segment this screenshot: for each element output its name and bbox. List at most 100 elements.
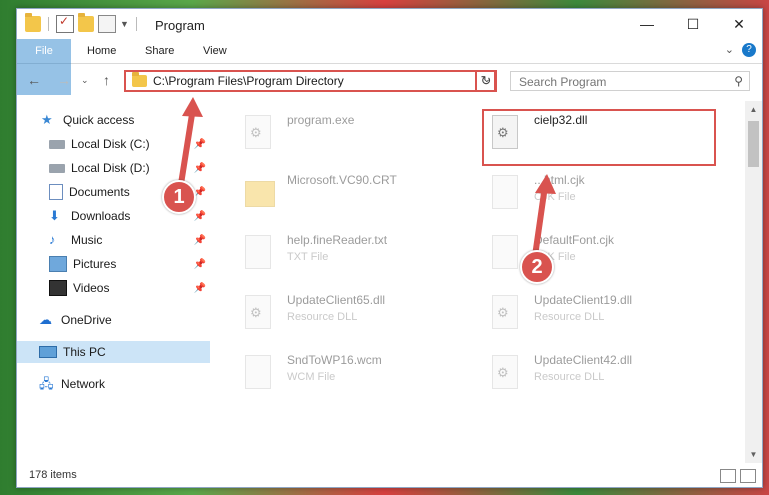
refresh-button[interactable]: ↻ [475,70,497,92]
scroll-thumb[interactable] [748,121,759,167]
search-box[interactable]: ⚲ [510,71,750,91]
properties-icon[interactable] [56,14,74,33]
sidebar-item-videos[interactable]: Videos 📌 [17,277,210,299]
file-name: program.exe [287,113,355,127]
window-controls: — ☐ ✕ [624,9,762,39]
quick-access-toolbar: ▼ [25,13,140,33]
large-icons-view-icon[interactable] [740,469,756,483]
folder-icon [245,181,275,207]
up-button[interactable]: ↑ [103,72,110,88]
recent-locations-icon[interactable]: ⌄ [81,75,89,86]
file-name: Microsoft.VC90.CRT [287,173,397,187]
file-name: UpdateClient42.dll [534,353,633,367]
back-button[interactable]: ← [27,72,41,88]
sidebar-item-local-disk-d[interactable]: Local Disk (D:) 📌 [17,157,210,179]
sidebar-item-network[interactable]: 🖧 Network [17,373,210,395]
tab-share[interactable]: Share [145,39,174,63]
file-type: Resource DLL [534,371,605,383]
callout-marker-2: 2 [520,250,554,284]
file-explorer-window: ▼ Program — ☐ ✕ File Home Share View ⌄ ?… [16,8,763,488]
navigation-bar: ← → ⌄ ↑ C:\Program Files\Program Directo… [17,64,762,96]
file-item[interactable]: ...html.cjk CJK File [482,169,722,225]
scroll-up-icon[interactable]: ▲ [745,101,762,118]
file-icon [492,235,518,269]
status-bar: 178 items [17,465,762,487]
file-item[interactable]: UpdateClient42.dll Resource DLL [482,349,722,405]
folder-icon [132,72,147,87]
file-item[interactable]: DefaultFont.cjk CJK File [482,229,722,285]
file-item[interactable]: UpdateClient65.dll Resource DLL [235,289,475,345]
pc-icon [39,346,57,358]
scroll-down-icon[interactable]: ▼ [745,446,762,463]
file-name: UpdateClient65.dll [287,293,386,307]
address-path: C:\Program Files\Program Directory [153,74,344,88]
forward-button[interactable]: → [57,72,71,88]
file-icon [492,175,518,209]
file-name: DefaultFont.cjk [534,233,615,247]
dll-icon [492,295,518,329]
details-view-icon[interactable] [720,469,736,483]
sidebar-item-quick-access[interactable]: ★ Quick access [17,109,210,131]
music-icon: ♪ [49,232,56,247]
pin-icon[interactable]: 📌 [194,283,206,294]
search-icon[interactable]: ⚲ [734,74,743,88]
tab-view[interactable]: View [203,39,227,63]
minimize-button[interactable]: — [624,9,670,39]
exe-icon [245,115,271,149]
pin-icon[interactable]: 📌 [194,139,206,150]
navigation-pane: ★ Quick access Local Disk (C:) 📌 Local D… [17,101,210,463]
download-icon: ⬇ [49,208,60,223]
close-button[interactable]: ✕ [716,9,762,39]
file-item[interactable]: help.fineReader.txt TXT File [235,229,475,285]
sidebar-item-label: Videos [73,281,110,295]
file-item[interactable]: Microsoft.VC90.CRT [235,169,475,225]
vertical-scrollbar[interactable]: ▲ ▼ [745,101,762,463]
new-folder-icon[interactable] [78,13,94,32]
star-icon: ★ [41,112,53,127]
sidebar-item-onedrive[interactable]: ☁ OneDrive [17,309,210,331]
file-name: ...html.cjk [534,173,585,187]
file-item[interactable]: UpdateClient19.dll Resource DLL [482,289,722,345]
folder-icon[interactable] [25,13,41,32]
file-icon [245,355,271,389]
sidebar-item-pictures[interactable]: Pictures 📌 [17,253,210,275]
drive-icon [49,163,65,173]
file-item[interactable]: SndToWP16.wcm WCM File [235,349,475,405]
address-bar[interactable]: C:\Program Files\Program Directory ⌄ [124,70,496,92]
maximize-button[interactable]: ☐ [670,9,716,39]
search-input[interactable] [517,74,721,90]
pin-icon[interactable]: 📌 [194,211,206,222]
sidebar-item-label: Music [71,233,103,247]
file-item[interactable]: program.exe [235,109,475,165]
help-icon[interactable]: ? [742,43,756,57]
pin-icon[interactable]: 📌 [194,235,206,246]
sidebar-item-label: OneDrive [61,313,112,327]
pin-icon[interactable]: 📌 [194,259,206,270]
dll-icon [245,295,271,329]
sidebar-item-label: Pictures [73,257,117,271]
file-type: Resource DLL [287,311,358,323]
drive-icon [49,139,65,149]
file-name: SndToWP16.wcm [287,353,382,367]
sidebar-item-music[interactable]: ♪ Music 📌 [17,229,210,251]
tab-home[interactable]: Home [87,39,116,63]
chevron-down-icon[interactable]: ▼ [120,19,129,29]
highlight-box [482,109,716,166]
ribbon-tabs: File Home Share View ⌄ ? [17,39,762,95]
title-bar: ▼ Program — ☐ ✕ [17,9,762,39]
callout-marker-1: 1 [162,180,196,214]
sidebar-item-label: Documents [69,185,130,199]
ribbon-expand-icon[interactable]: ⌄ [725,43,734,56]
file-type: CJK File [534,191,576,203]
sidebar-item-label: Network [61,377,106,391]
divider [135,17,137,31]
pin-icon[interactable]: 📌 [194,163,206,174]
documents-icon [49,184,63,200]
sidebar-item-this-pc[interactable]: This PC [17,341,210,363]
network-icon: 🖧 [39,376,54,391]
sidebar-item-label: Downloads [71,209,131,223]
txt-icon [245,235,271,269]
file-type: TXT File [287,251,329,263]
customize-icon[interactable] [98,15,116,33]
sidebar-item-local-disk-c[interactable]: Local Disk (C:) 📌 [17,133,210,155]
